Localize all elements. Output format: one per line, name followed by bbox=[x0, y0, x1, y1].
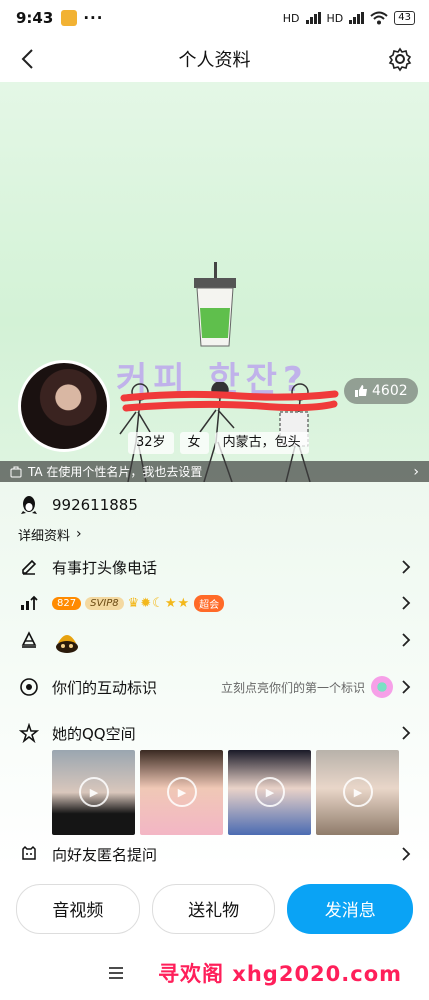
qzone-video-thumbnail[interactable]: ▶ bbox=[316, 750, 399, 835]
qq-penguin-icon bbox=[18, 494, 40, 516]
super-member-badge: 超会 bbox=[194, 594, 225, 612]
signal-icon bbox=[305, 12, 321, 24]
qq-pet-icon bbox=[56, 635, 78, 653]
anonymous-ask-label: 向好友匿名提问 bbox=[52, 845, 158, 864]
signal-icon-2 bbox=[349, 12, 365, 24]
menu-icon[interactable] bbox=[107, 964, 125, 982]
qzone-row[interactable]: 她的QQ空间 bbox=[0, 716, 429, 750]
status-bar: 9:43 ··· HD HD 43 bbox=[0, 0, 429, 36]
like-count: 4602 bbox=[372, 383, 408, 399]
gear-icon[interactable] bbox=[385, 44, 415, 74]
qq-number-row[interactable]: 992611885 bbox=[0, 488, 429, 522]
ask-cat-icon bbox=[18, 843, 40, 865]
pencil-icon bbox=[18, 556, 40, 578]
chevron-right-icon: › bbox=[413, 463, 419, 480]
svip-badge: SVIP8 bbox=[85, 596, 124, 610]
bell-hat-icon bbox=[18, 629, 40, 651]
net-label-1: HD bbox=[282, 11, 300, 25]
like-button[interactable]: 4602 bbox=[344, 378, 418, 404]
qq-number: 992611885 bbox=[52, 496, 138, 514]
interaction-badge-icon bbox=[18, 676, 40, 698]
page-title: 个人资料 bbox=[178, 50, 251, 71]
play-icon: ▶ bbox=[343, 777, 373, 807]
wifi-icon bbox=[370, 11, 388, 25]
thumbs-up-icon bbox=[355, 385, 367, 397]
watermark-text: 寻欢阁 xhg2020.com bbox=[158, 962, 403, 986]
avatar-call-label: 有事打头像电话 bbox=[52, 558, 158, 577]
level-up-icon bbox=[18, 592, 40, 614]
age-tag: 32岁 bbox=[128, 432, 174, 454]
flower-icon bbox=[371, 676, 393, 698]
action-bar: 音视频 送礼物 发消息 bbox=[0, 867, 429, 950]
av-call-button[interactable]: 音视频 bbox=[16, 883, 140, 934]
level-icons: ♛✹☾★★ bbox=[127, 595, 191, 611]
play-icon: ▶ bbox=[79, 777, 109, 807]
details-link[interactable]: 详细资料 › bbox=[0, 522, 429, 546]
battery-icon: 43 bbox=[394, 11, 415, 25]
net-label-2: HD bbox=[326, 11, 344, 25]
interaction-row[interactable]: 你们的互动标识 立刻点亮你们的第一个标识 bbox=[0, 670, 429, 704]
redaction-scribble bbox=[120, 390, 339, 412]
qzone-photos: ▶ ▶ ▶ ▶ bbox=[52, 750, 399, 835]
level-badge: 827 bbox=[52, 596, 82, 610]
card-icon bbox=[10, 466, 22, 477]
star-icon bbox=[18, 722, 40, 744]
level-row[interactable]: 827 SVIP8 ♛✹☾★★ 超会 bbox=[0, 586, 429, 620]
card-setting-banner[interactable]: TA 在使用个性名片，我也去设置 › bbox=[0, 461, 429, 482]
send-gift-button[interactable]: 送礼物 bbox=[151, 883, 276, 934]
qzone-video-thumbnail[interactable]: ▶ bbox=[140, 750, 223, 835]
interaction-label: 你们的互动标识 bbox=[52, 678, 158, 697]
send-message-button[interactable]: 发消息 bbox=[287, 883, 414, 934]
details-label: 详细资料 bbox=[18, 528, 71, 544]
banner-text: TA 在使用个性名片，我也去设置 bbox=[28, 465, 203, 479]
system-nav-bar: 寻欢阁 xhg2020.com bbox=[0, 950, 429, 1000]
chevron-right-icon bbox=[402, 633, 411, 647]
play-icon: ▶ bbox=[255, 777, 285, 807]
back-icon[interactable] bbox=[14, 44, 44, 74]
notification-app-icon bbox=[61, 10, 78, 26]
profile-panel: 992611885 详细资料 › 有事打头像电话 827 SVIP8 ♛✹☾★★… bbox=[0, 482, 429, 867]
profile-tags: 32岁 女 内蒙古，包头 bbox=[128, 432, 309, 454]
qzone-video-thumbnail[interactable]: ▶ bbox=[228, 750, 311, 835]
location-tag: 内蒙古，包头 bbox=[214, 432, 309, 454]
more-notifications-icon: ··· bbox=[83, 9, 104, 27]
play-icon: ▶ bbox=[167, 777, 197, 807]
qzone-label: 她的QQ空间 bbox=[52, 724, 136, 743]
avatar-call-row[interactable]: 有事打头像电话 bbox=[0, 550, 429, 584]
chevron-right-icon bbox=[402, 726, 411, 740]
qzone-video-thumbnail[interactable]: ▶ bbox=[52, 750, 135, 835]
chevron-right-icon bbox=[402, 847, 411, 861]
status-time: 9:43 bbox=[16, 9, 54, 27]
title-bar: 个人资料 bbox=[0, 36, 429, 82]
chevron-right-icon bbox=[402, 596, 411, 610]
drink-cup-illustration bbox=[194, 262, 236, 347]
avatar[interactable] bbox=[18, 360, 110, 452]
chevron-right-icon bbox=[402, 560, 411, 574]
chevron-right-icon bbox=[402, 680, 411, 694]
profile-cover[interactable]: 커피 한잔? 4602 32岁 女 内蒙古，包头 bbox=[0, 82, 429, 482]
gender-tag: 女 bbox=[179, 432, 209, 454]
interaction-hint: 立刻点亮你们的第一个标识 bbox=[220, 680, 365, 695]
chevron-right-icon: › bbox=[76, 526, 82, 542]
anonymous-ask-row[interactable]: 向好友匿名提问 bbox=[0, 839, 429, 869]
vip-avatar-row[interactable] bbox=[0, 620, 429, 660]
